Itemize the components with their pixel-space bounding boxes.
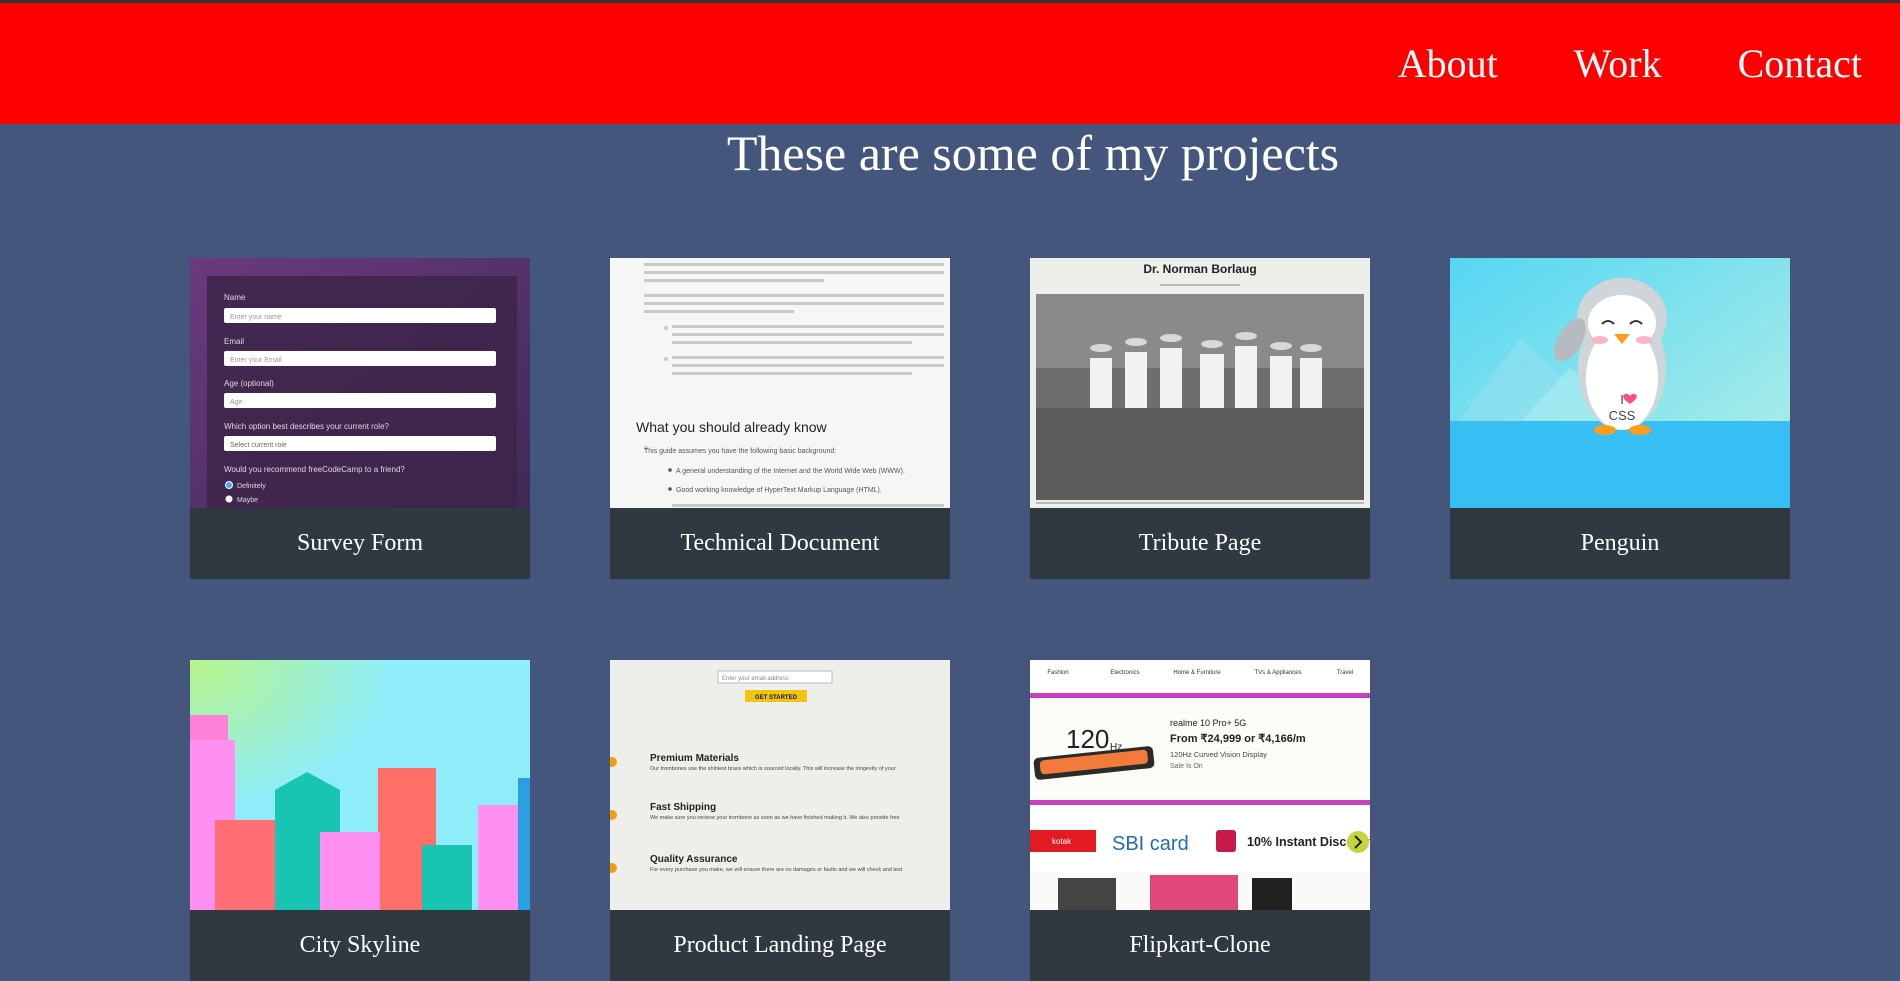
project-card-product-landing-page[interactable]: Enter your email address GET STARTED Pre… [610,660,950,981]
svg-text:Home & Furniture: Home & Furniture [1173,670,1221,676]
svg-text:SBI card: SBI card [1112,833,1189,855]
svg-text:Electronics: Electronics [1110,670,1139,676]
chevron-right-icon [1347,831,1369,853]
svg-text:Fashion: Fashion [1047,670,1068,676]
product-landing-page-thumbnail: Enter your email address GET STARTED Pre… [610,660,950,910]
svg-text:120: 120 [1066,724,1109,754]
svg-text:Sale Is On: Sale Is On [1170,763,1203,770]
svg-text:Quality Assurance: Quality Assurance [650,854,738,865]
svg-text:A general understanding of the: A general understanding of the Internet … [676,468,905,475]
svg-text:This guide assumes you have th: This guide assumes you have the followin… [644,448,836,455]
project-title: City Skyline [299,932,421,958]
svg-text:Would you recommend freeCodeCa: Would you recommend freeCodeCamp to a fr… [224,465,405,474]
svg-text:Maybe: Maybe [237,497,258,504]
svg-text:Enter your name: Enter your name [230,314,282,321]
project-title: Technical Document [680,530,880,556]
nav-link-work[interactable]: Work [1574,40,1662,87]
tribute-name: Dr. Norman Borlaug [1143,262,1256,276]
project-card-technical-document[interactable]: What you should already know This guide … [610,258,950,579]
technical-document-thumbnail: What you should already know This guide … [610,258,950,508]
project-card-city-skyline[interactable]: City Skyline [190,660,530,981]
flipkart-clone-thumbnail: Fashion Electronics Home & Furniture TVs… [1030,660,1370,910]
svg-text:For every purchase you make, w: For every purchase you make, we will ens… [650,867,903,873]
project-card-flipkart-clone[interactable]: Fashion Electronics Home & Furniture TVs… [1030,660,1370,981]
svg-text:Which option best describes yo: Which option best describes your current… [224,422,390,431]
project-card-survey-form[interactable]: Name Enter your name Email Enter your Em… [190,258,530,579]
project-card-tribute-page[interactable]: Dr. Norman Borlaug Tribute Page [1030,258,1370,579]
nav-menu: About Work Contact [1360,3,1900,124]
project-title: Flipkart-Clone [1129,932,1271,958]
project-card-penguin[interactable]: I CSS Penguin [1450,258,1790,579]
nav-link-about[interactable]: About [1398,40,1498,87]
svg-text:Fast Shipping: Fast Shipping [650,802,716,813]
top-nav-bar: About Work Contact [0,0,1900,124]
nav-link-contact[interactable]: Contact [1738,40,1862,87]
svg-text:TVs & Appliances: TVs & Appliances [1254,670,1301,676]
projects-heading: These are some of my projects [726,125,1340,181]
project-title: Survey Form [297,530,423,556]
penguin-thumbnail: I CSS [1450,258,1790,508]
survey-form-thumbnail: Name Enter your name Email Enter your Em… [190,258,530,508]
svg-text:Good working knowledge of Hype: Good working knowledge of HyperText Mark… [676,487,882,494]
svg-text:GET STARTED: GET STARTED [755,695,798,701]
svg-text:Email: Email [224,337,244,346]
svg-text:We make sure you recieve your: We make sure you recieve your trombone a… [650,815,900,821]
tribute-page-thumbnail: Dr. Norman Borlaug [1030,258,1370,508]
svg-text:I: I [1620,392,1624,407]
svg-text:Age (optional): Age (optional) [224,379,274,388]
svg-text:realme 10 Pro+ 5G: realme 10 Pro+ 5G [1170,718,1246,728]
city-skyline-thumbnail [190,660,530,910]
svg-text:Travel: Travel [1337,670,1353,676]
project-title: Product Landing Page [673,932,887,958]
svg-text:CSS: CSS [1609,408,1636,423]
svg-text:120Hz Curved Vision Display: 120Hz Curved Vision Display [1170,750,1267,759]
tech-doc-subheading: What you should already know [636,419,828,435]
svg-text:Our trombones use the shiniest: Our trombones use the shiniest brass whi… [650,766,896,772]
svg-text:Enter your Email: Enter your Email [230,357,282,364]
svg-text:From ₹24,999 or ₹4,166/m: From ₹24,999 or ₹4,166/m [1170,733,1306,745]
svg-text:Select current role: Select current role [230,442,287,449]
svg-text:Premium Materials: Premium Materials [650,753,739,764]
svg-text:Enter your email address: Enter your email address [722,676,789,682]
project-title: Penguin [1580,530,1660,556]
svg-text:Age: Age [230,399,243,406]
survey-label-name: Name [224,293,246,302]
svg-text:kotak: kotak [1052,837,1072,846]
svg-text:Definitely: Definitely [237,483,266,490]
project-title: Tribute Page [1138,530,1262,556]
